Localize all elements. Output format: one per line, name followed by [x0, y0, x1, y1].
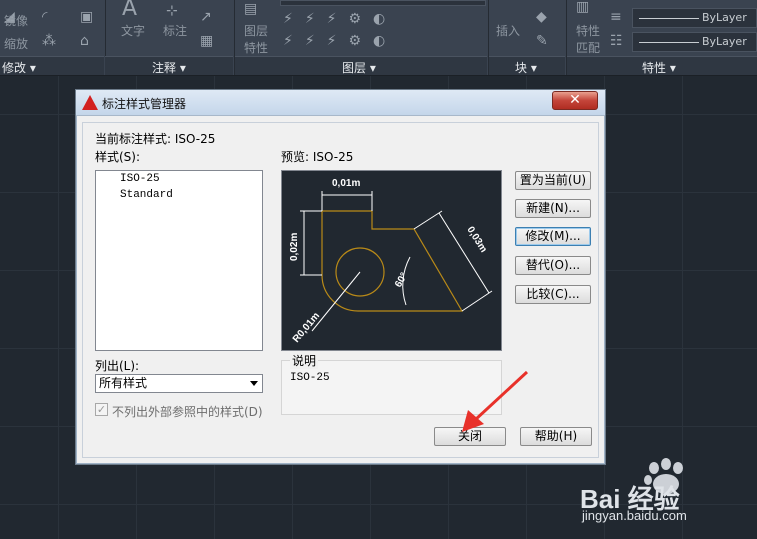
- watermark-url: jingyan.baidu.com: [582, 508, 687, 523]
- arrow-shaft: [473, 370, 529, 422]
